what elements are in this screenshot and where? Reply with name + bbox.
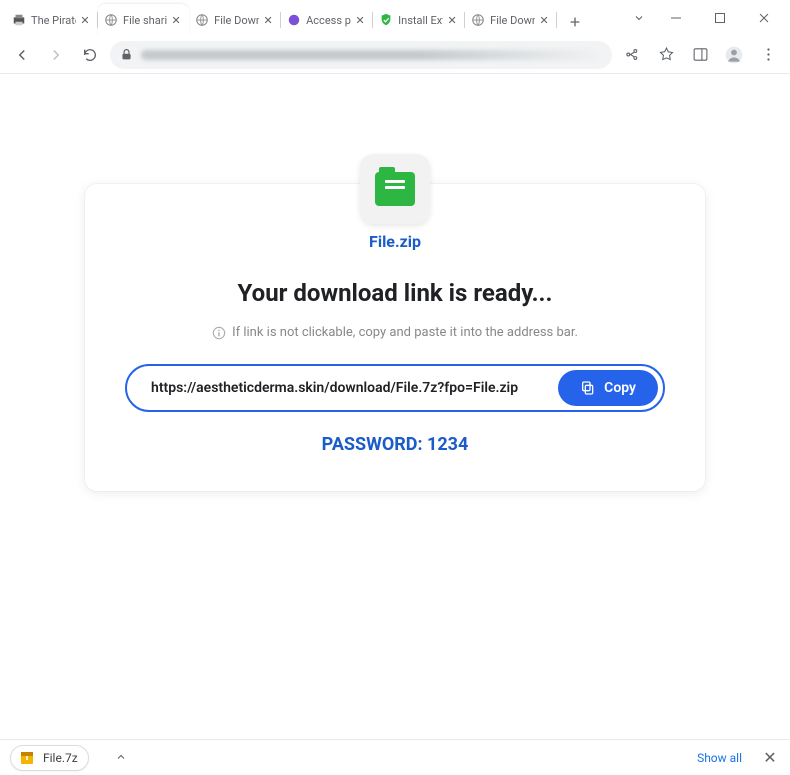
copy-icon xyxy=(580,380,596,396)
close-icon[interactable]: ✕ xyxy=(261,13,275,27)
copy-label: Copy xyxy=(604,380,636,396)
tab-label: Install Ext xyxy=(398,14,443,27)
tab-install-ext[interactable]: Install Ext ✕ xyxy=(373,4,465,36)
download-link[interactable]: https://aestheticderma.skin/download/Fil… xyxy=(151,380,558,396)
window-controls xyxy=(624,0,790,36)
tab-file-download-1[interactable]: File Down ✕ xyxy=(189,4,281,36)
close-icon[interactable]: ✕ xyxy=(445,13,459,27)
tab-file-sharing[interactable]: File shari ✕ xyxy=(98,4,189,36)
new-tab-button[interactable] xyxy=(561,8,589,36)
file-folder-icon xyxy=(360,154,430,224)
tab-label: The Pirate xyxy=(31,14,76,27)
globe-icon xyxy=(104,13,118,27)
tab-access[interactable]: Access po ✕ xyxy=(281,4,373,36)
reload-button[interactable] xyxy=(76,41,104,69)
filename: File.zip xyxy=(125,232,665,251)
close-icon[interactable]: ✕ xyxy=(78,13,92,27)
tab-file-download-2[interactable]: File Down ✕ xyxy=(465,4,557,36)
close-icon[interactable]: ✕ xyxy=(353,13,367,27)
download-item[interactable]: File.7z xyxy=(10,745,89,771)
maximize-button[interactable] xyxy=(698,3,742,33)
side-panel-icon[interactable] xyxy=(686,41,714,69)
minimize-button[interactable] xyxy=(654,3,698,33)
hint-text: If link is not clickable, copy and paste… xyxy=(125,325,665,340)
url-text xyxy=(141,50,602,60)
address-bar[interactable] xyxy=(110,41,612,69)
archive-icon xyxy=(19,750,35,766)
download-bar: File.7z Show all ✕ xyxy=(0,739,790,775)
menu-icon[interactable] xyxy=(754,41,782,69)
download-filename: File.7z xyxy=(43,751,78,765)
hint-label: If link is not clickable, copy and paste… xyxy=(232,325,578,340)
tab-label: File Down xyxy=(490,14,535,27)
tab-label: File Down xyxy=(214,14,259,27)
tab-label: Access po xyxy=(306,14,351,27)
globe-icon xyxy=(471,13,485,27)
close-icon[interactable]: ✕ xyxy=(537,13,551,27)
close-icon[interactable]: ✕ xyxy=(760,748,780,768)
info-icon xyxy=(212,326,226,340)
lock-icon xyxy=(120,48,133,61)
globe-icon xyxy=(195,13,209,27)
page-content: File.zip Your download link is ready... … xyxy=(0,74,790,739)
chevron-up-icon[interactable] xyxy=(115,748,127,767)
copy-button[interactable]: Copy xyxy=(558,370,658,406)
password-text: PASSWORD: 1234 xyxy=(125,434,665,455)
titlebar: The Pirate ✕ File shari ✕ File Down ✕ Ac… xyxy=(0,0,790,36)
back-button[interactable] xyxy=(8,41,36,69)
browser-toolbar xyxy=(0,36,790,74)
profile-icon[interactable] xyxy=(720,41,748,69)
printer-icon xyxy=(12,13,26,27)
page-heading: Your download link is ready... xyxy=(125,279,665,307)
star-icon[interactable] xyxy=(652,41,680,69)
chevron-down-icon[interactable] xyxy=(624,3,654,33)
link-container: https://aestheticderma.skin/download/Fil… xyxy=(125,364,665,412)
tab-label: File shari xyxy=(123,14,167,27)
tab-strip: The Pirate ✕ File shari ✕ File Down ✕ Ac… xyxy=(0,0,624,36)
forward-button[interactable] xyxy=(42,41,70,69)
shield-icon xyxy=(379,13,393,27)
dot-icon xyxy=(287,13,301,27)
download-card: File.zip Your download link is ready... … xyxy=(85,184,705,491)
close-window-button[interactable] xyxy=(742,3,786,33)
share-icon[interactable] xyxy=(618,41,646,69)
close-icon[interactable]: ✕ xyxy=(169,13,183,27)
show-all-link[interactable]: Show all xyxy=(697,751,742,765)
tab-pirate[interactable]: The Pirate ✕ xyxy=(6,4,98,36)
